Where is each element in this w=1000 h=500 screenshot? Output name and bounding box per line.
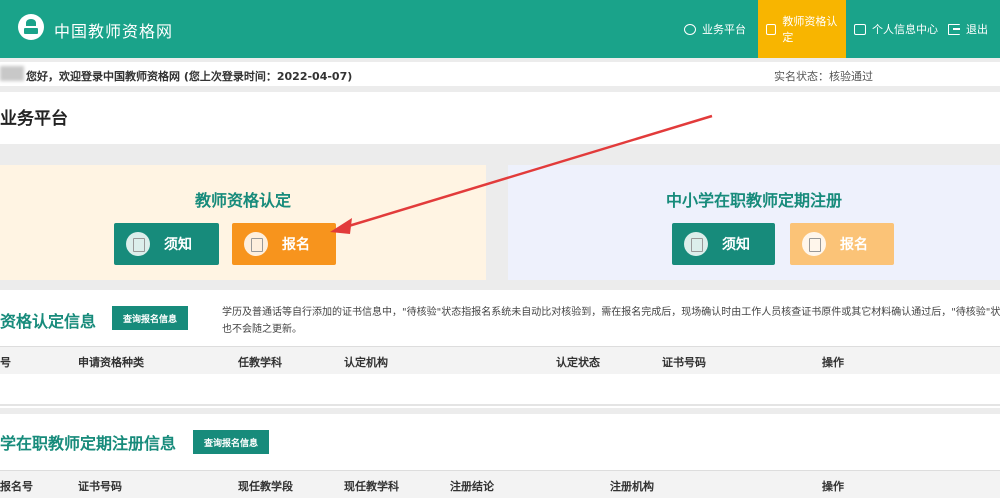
card-title: 中小学在职教师定期注册 xyxy=(665,191,842,210)
button-label: 须知 xyxy=(722,237,750,253)
welcome-text: 您好，欢迎登录中国教师资格网 (您上次登录时间：2022-04-07) xyxy=(26,70,353,83)
nav-label: 教师资格认定 xyxy=(782,15,838,44)
nav-label: 个人信息中心 xyxy=(872,23,938,36)
column-header: 申请资格种类 xyxy=(78,356,144,369)
column-header: 操作 xyxy=(822,356,844,369)
nav-teacher-qualification[interactable]: 教师资格认定 xyxy=(758,0,846,58)
monitor-icon xyxy=(766,23,777,35)
table-header: 报名号 证书号码 现任教学段 现任教学科 注册结论 注册机构 操作 xyxy=(0,470,1000,498)
platform-header: 业务平台 xyxy=(0,92,1000,144)
column-header: 号 xyxy=(0,356,11,369)
nav-business-platform[interactable]: 业务平台 xyxy=(676,0,754,58)
column-header: 现任教学段 xyxy=(238,480,293,493)
column-header: 认定状态 xyxy=(556,356,600,369)
button-label: 须知 xyxy=(164,237,192,253)
card-title: 教师资格认定 xyxy=(194,191,291,210)
site-title[interactable]: 中国教师资格网 xyxy=(54,18,173,42)
logo-icon xyxy=(18,14,44,40)
column-header: 认定机构 xyxy=(344,356,388,369)
notice-button[interactable]: 须知 xyxy=(114,223,219,265)
column-header: 操作 xyxy=(822,480,844,493)
section-title: 学在职教师定期注册信息 xyxy=(0,434,177,453)
nav-personal-center[interactable]: 个人信息中心 xyxy=(846,0,946,58)
column-header: 报名号 xyxy=(0,480,33,493)
section-title: 资格认定信息 xyxy=(0,312,97,331)
table-header: 号 申请资格种类 任教学科 认定机构 认定状态 证书号码 操作 xyxy=(0,346,1000,374)
card-teacher-qualification: 教师资格认定 须知 报名 xyxy=(0,165,486,280)
query-registration-button[interactable]: 查询报名信息 xyxy=(112,306,189,330)
clipboard-icon xyxy=(802,232,826,256)
table-body-empty xyxy=(0,374,1000,406)
globe-icon xyxy=(684,23,696,35)
nav-label: 业务平台 xyxy=(702,23,746,36)
column-header: 注册机构 xyxy=(610,480,654,493)
nav-logout[interactable]: 退出 xyxy=(940,0,996,58)
document-icon xyxy=(126,232,150,256)
document-icon xyxy=(684,232,708,256)
card-periodic-registration: 中小学在职教师定期注册 须知 报名 xyxy=(508,165,1000,280)
realname-status: 实名状态：核验通过 xyxy=(774,70,873,83)
section-qualification-info: 资格认定信息 查询报名信息 学历及普通话等自行添加的证书信息中，"待核验"状态指… xyxy=(0,290,1000,408)
blurred-username xyxy=(0,66,24,81)
welcome-bar: 您好，欢迎登录中国教师资格网 (您上次登录时间：2022-04-07) 实名状态… xyxy=(0,62,1000,86)
monitor-icon xyxy=(854,23,866,35)
column-header: 任教学科 xyxy=(238,356,282,369)
exit-icon xyxy=(948,23,960,35)
page-title: 业务平台 xyxy=(0,109,68,129)
column-header: 注册结论 xyxy=(450,480,494,493)
column-header: 现任教学科 xyxy=(344,480,399,493)
notice-button[interactable]: 须知 xyxy=(672,223,775,265)
clipboard-icon xyxy=(244,232,268,256)
button-label: 报名 xyxy=(840,237,868,253)
nav-label: 退出 xyxy=(966,23,988,36)
notice-text: 学历及普通话等自行添加的证书信息中，"待核验"状态指报名系统未自动比对核验到，需… xyxy=(222,307,1000,335)
column-header: 证书号码 xyxy=(662,356,706,369)
top-header: 中国教师资格网 业务平台 教师资格认定 个人信息中心 退出 xyxy=(0,0,1000,58)
apply-button[interactable]: 报名 xyxy=(232,223,336,265)
column-header: 证书号码 xyxy=(78,480,122,493)
apply-button[interactable]: 报名 xyxy=(790,223,894,265)
button-label: 报名 xyxy=(282,237,310,253)
section-registration-info: 学在职教师定期注册信息 查询报名信息 报名号 证书号码 现任教学段 现任教学科 … xyxy=(0,414,1000,500)
query-registration-button[interactable]: 查询报名信息 xyxy=(193,430,270,454)
